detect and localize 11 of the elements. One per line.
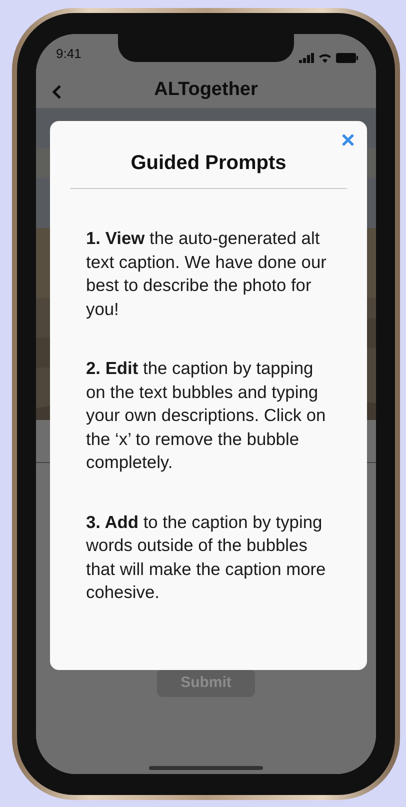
close-button[interactable]: ×	[338, 129, 357, 153]
back-icon	[52, 84, 62, 100]
battery-icon	[336, 53, 358, 63]
instruction-text: 2. Edit the caption by tapping on the text bubbles and typing your own descriptions. Click on the ‘x’ to remove the bubble completely.	[86, 357, 327, 474]
instruction-text: 1. View the auto-generated alt text caption. We have done our best to describe the photo for you!	[86, 227, 328, 321]
wifi-icon	[318, 53, 332, 63]
signal-icon	[299, 53, 314, 63]
status-time: 9:41	[56, 45, 82, 63]
instruction-text: 3. Add to the caption by typing words outside of the bubbles that will make the caption more cohesive.	[86, 510, 327, 604]
app-title: ALTogether	[154, 78, 258, 102]
modal-title: Guided Prompts	[130, 151, 288, 176]
